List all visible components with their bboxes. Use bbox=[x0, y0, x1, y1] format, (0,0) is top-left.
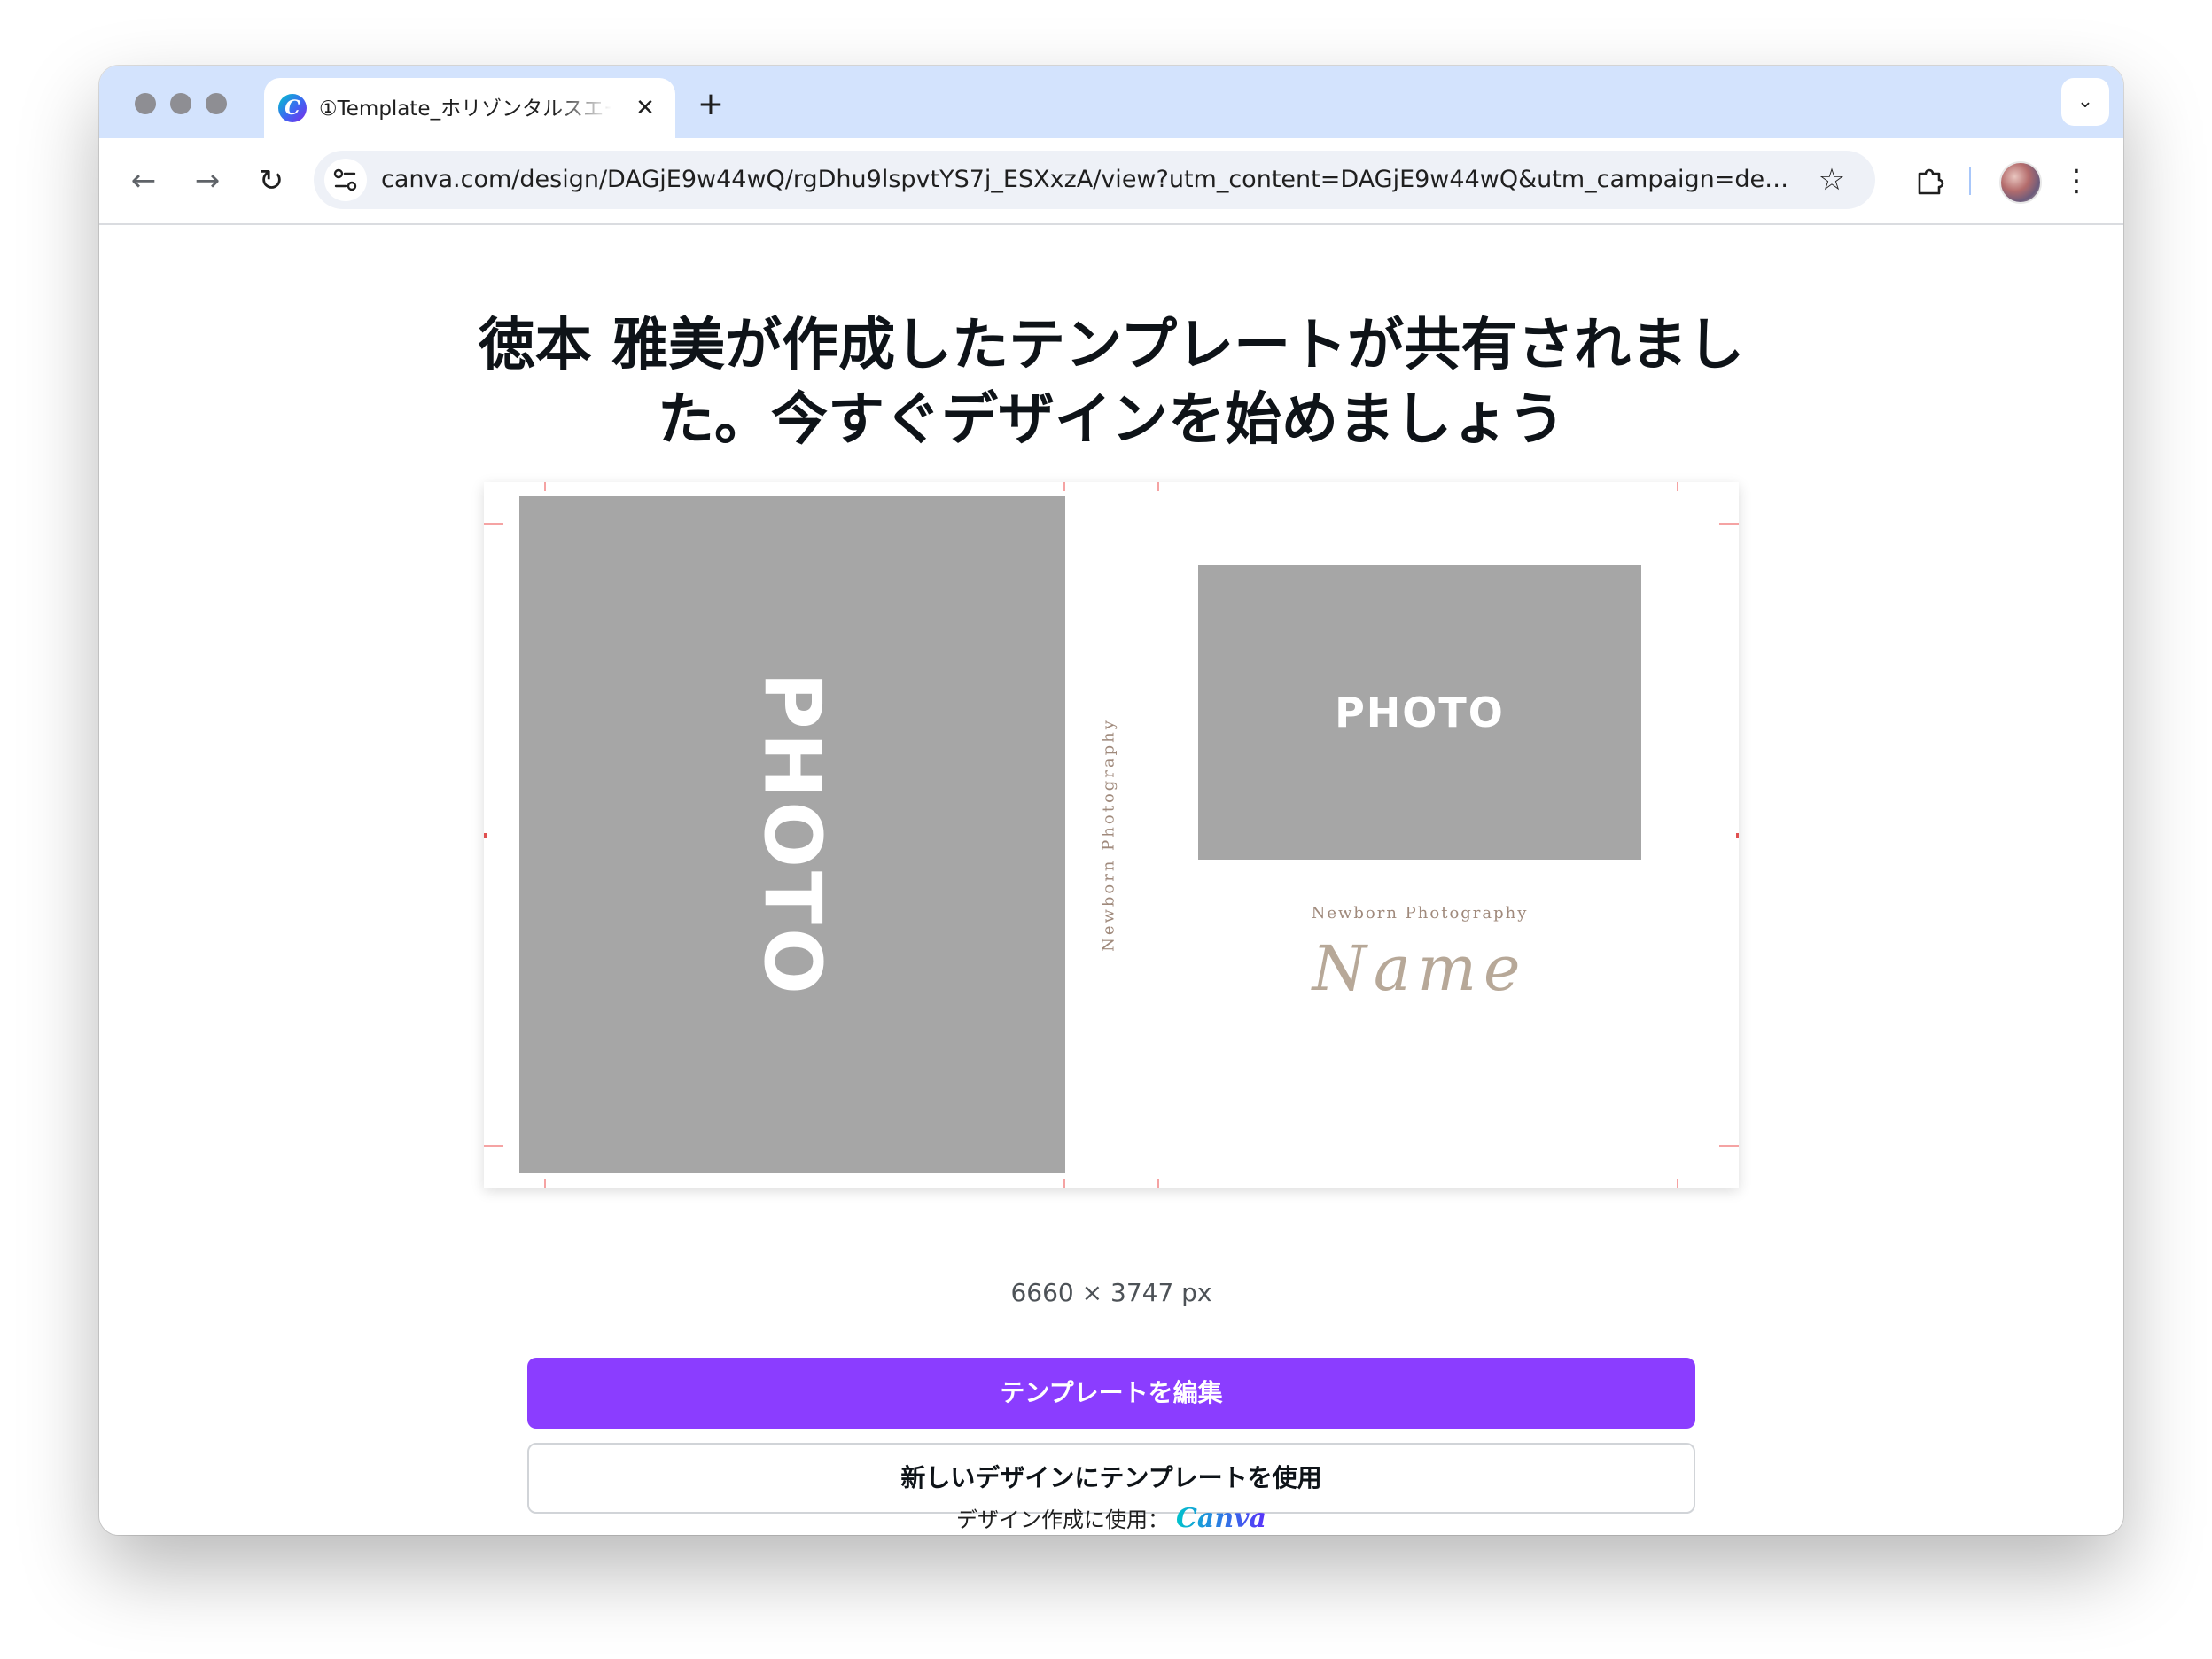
minimize-window-button[interactable] bbox=[170, 93, 191, 114]
spine-text: Newborn Photography bbox=[1099, 718, 1118, 952]
bookmark-star-icon[interactable]: ☆ bbox=[1813, 161, 1850, 199]
cover-name: Name bbox=[1312, 932, 1528, 1005]
canva-logo[interactable]: Canva bbox=[1176, 1503, 1266, 1534]
toolbar-separator bbox=[1969, 167, 1971, 195]
reload-button[interactable]: ↻ bbox=[250, 160, 292, 202]
crop-mark bbox=[544, 1179, 546, 1188]
close-window-button[interactable] bbox=[135, 93, 156, 114]
front-cover-photo-placeholder: PHOTO bbox=[1198, 565, 1641, 860]
site-settings-icon[interactable] bbox=[324, 159, 367, 201]
url-text[interactable]: canva.com/design/DAGjE9w44wQ/rgDhu9lspvt… bbox=[381, 151, 1799, 209]
crop-mark bbox=[1677, 1179, 1678, 1188]
back-button[interactable]: ← bbox=[122, 160, 165, 202]
crop-mark bbox=[1736, 833, 1739, 838]
edit-template-button[interactable]: テンプレートを編集 bbox=[527, 1358, 1695, 1429]
forward-button[interactable]: → bbox=[186, 160, 229, 202]
crop-mark bbox=[544, 482, 546, 491]
browser-window: C ①Template_ホリゾンタルスエード ✕ + ⌄ ← → ↻ canva… bbox=[99, 66, 2123, 1535]
page-title: 徳本 雅美が作成したテンプレートが共有されました。今すぐデザインを始めましょう bbox=[478, 313, 1745, 453]
tab-search-button[interactable]: ⌄ bbox=[2061, 78, 2109, 126]
tab-title: ①Template_ホリゾンタルスエード bbox=[319, 97, 611, 121]
crop-mark bbox=[1157, 1179, 1159, 1188]
tab-close-icon[interactable]: ✕ bbox=[631, 94, 659, 122]
crop-mark bbox=[484, 523, 503, 525]
back-cover-photo-label: PHOTO bbox=[746, 672, 838, 998]
crop-mark bbox=[1719, 523, 1739, 525]
canva-favicon-icon: C bbox=[278, 94, 307, 122]
footer-attribution: デザイン作成に使用： Canva bbox=[99, 1501, 2123, 1535]
template-preview[interactable]: PHOTO Newborn Photography PHOTO Newborn … bbox=[484, 482, 1739, 1188]
maximize-window-button[interactable] bbox=[206, 93, 227, 114]
address-bar[interactable]: canva.com/design/DAGjE9w44wQ/rgDhu9lspvt… bbox=[314, 151, 1875, 209]
new-tab-button[interactable]: + bbox=[693, 87, 728, 122]
crop-mark bbox=[1719, 1145, 1739, 1147]
design-dimensions: 6660 × 3747 px bbox=[1010, 1278, 1212, 1307]
browser-menu-icon[interactable]: ⋮ bbox=[2061, 160, 2091, 202]
browser-toolbar: ← → ↻ canva.com/design/DAGjE9w44wQ/rgDhu… bbox=[99, 138, 2123, 225]
extensions-puzzle-icon[interactable] bbox=[1907, 158, 1953, 204]
profile-avatar[interactable] bbox=[1999, 161, 2042, 204]
footer-text: デザイン作成に使用： bbox=[956, 1507, 1169, 1532]
back-cover-photo-placeholder: PHOTO bbox=[519, 496, 1065, 1173]
tab-canva-template[interactable]: C ①Template_ホリゾンタルスエード ✕ bbox=[264, 78, 675, 138]
crop-mark bbox=[1063, 482, 1065, 491]
page-content: 徳本 雅美が作成したテンプレートが共有されました。今すぐデザインを始めましょう … bbox=[99, 225, 2123, 1535]
crop-mark bbox=[484, 833, 487, 838]
tab-strip: C ①Template_ホリゾンタルスエード ✕ + ⌄ bbox=[99, 66, 2123, 138]
crop-mark bbox=[1063, 1179, 1065, 1188]
crop-mark bbox=[1157, 482, 1159, 491]
crop-mark bbox=[1677, 482, 1678, 491]
cover-subtitle: Newborn Photography bbox=[1311, 904, 1529, 923]
crop-mark bbox=[484, 1145, 503, 1147]
front-cover-photo-label: PHOTO bbox=[1335, 689, 1505, 736]
